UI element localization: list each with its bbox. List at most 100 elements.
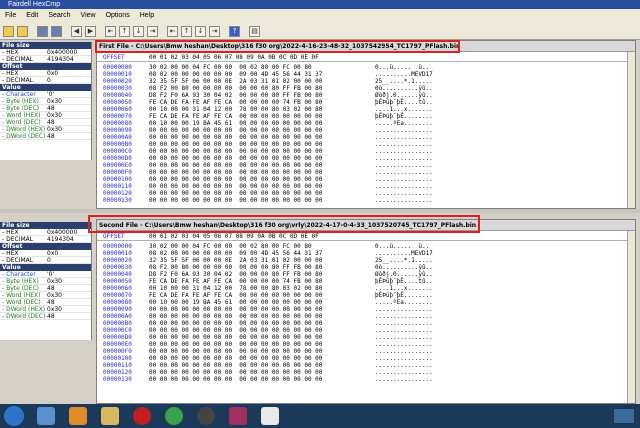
- pane-splitter[interactable]: [0, 209, 640, 213]
- value-row-value: 48: [47, 119, 55, 126]
- row-offset: 00000130: [103, 197, 132, 204]
- value-row-value: 48: [47, 133, 55, 140]
- red-app-icon[interactable]: [133, 407, 151, 425]
- hex-row: 00000130 00 00 00 00 00 00 00 00 00 00 00…: [97, 375, 635, 384]
- next-diff-icon[interactable]: ↓: [133, 25, 144, 37]
- size-dec-value: 4194304: [47, 56, 74, 63]
- value-header: Value: [0, 264, 91, 271]
- forward-icon[interactable]: ▶: [85, 25, 96, 37]
- offset-hex-value: 0x0: [47, 250, 59, 257]
- size-dec-label: - DECIMAL: [2, 236, 34, 243]
- offset-hex-label: - HEX: [2, 70, 19, 77]
- info-panel-first: File size - HEX 0x400000 - DECIMAL 4194304…: [0, 42, 92, 160]
- first-file-pane[interactable]: First File - C:\Users\Bmw heshan\Desktop…: [96, 40, 636, 209]
- value-row-label: - Word (DEC): [2, 119, 41, 126]
- file-size-header: File size: [0, 222, 91, 229]
- size-hex-value: 0x400000: [47, 229, 78, 236]
- size-dec-value: 4194304: [47, 236, 74, 243]
- clock-app-icon[interactable]: [197, 407, 215, 425]
- prev-diff-icon[interactable]: ↑: [119, 25, 130, 37]
- help-icon[interactable]: ?: [229, 25, 240, 37]
- open-folder-icon[interactable]: [17, 25, 28, 37]
- row-ascii[interactable]: ................: [375, 196, 433, 205]
- start-icon[interactable]: [4, 406, 24, 426]
- value-row-value: 48: [47, 105, 55, 112]
- hexcmp-icon[interactable]: [261, 407, 279, 425]
- hexcmp-window: Fairdell HexCmp File Edit Search View Op…: [0, 0, 640, 404]
- last-diff-icon[interactable]: ⇥: [209, 25, 220, 37]
- value-row-value: 48: [47, 285, 55, 292]
- info-icon[interactable]: ▤: [249, 25, 260, 37]
- offset-dec-value: 0: [47, 257, 51, 264]
- offset-hex-value: 0x0: [47, 70, 59, 77]
- value-header: Value: [0, 84, 91, 91]
- row-bytes[interactable]: 00 00 00 00 00 00 00 00 00 00 00 00 00 0…: [149, 375, 322, 384]
- value-row-label: - DWord (DEC): [2, 133, 46, 140]
- row-bytes[interactable]: 00 00 00 00 00 00 00 00 00 00 00 00 00 0…: [149, 196, 322, 205]
- explorer-icon[interactable]: [37, 407, 55, 425]
- menu-view[interactable]: View: [76, 9, 101, 23]
- open-folder-icon[interactable]: [3, 25, 14, 37]
- hex-header: OFFSET 00 01 02 03 04 05 06 07 08 09 0A …: [97, 53, 635, 62]
- value-row-label: - Word (HEX): [2, 112, 41, 119]
- size-hex-value: 0x400000: [47, 49, 78, 56]
- row-ascii[interactable]: ................: [375, 375, 433, 384]
- first-file-scrollbar[interactable]: [627, 52, 635, 208]
- menu-bar: File Edit Search View Options Help: [0, 9, 640, 23]
- menu-help[interactable]: Help: [135, 9, 159, 23]
- last-diff-icon[interactable]: ⇥: [147, 25, 158, 37]
- menu-edit[interactable]: Edit: [21, 9, 43, 23]
- first-diff-icon[interactable]: ⇤: [105, 25, 116, 37]
- menu-search[interactable]: Search: [43, 9, 75, 23]
- prev-diff-icon[interactable]: ↑: [181, 25, 192, 37]
- offset-hex-label: - HEX: [2, 250, 19, 257]
- second-file-scrollbar[interactable]: [627, 231, 635, 403]
- size-hex-label: - HEX: [2, 229, 19, 236]
- chrome-icon[interactable]: [165, 407, 183, 425]
- value-row-value: 0x30: [47, 292, 63, 299]
- row-offset: 00000130: [103, 376, 132, 383]
- next-diff-icon[interactable]: ↓: [195, 25, 206, 37]
- media-player-icon[interactable]: [69, 407, 87, 425]
- value-row-label: - Byte (DEC): [2, 285, 39, 292]
- value-row-label: - Byte (HEX): [2, 98, 39, 105]
- size-hex-label: - HEX: [2, 49, 19, 56]
- value-row-value: 0x30: [47, 98, 63, 105]
- back-icon[interactable]: ◀: [71, 25, 82, 37]
- hex-row: 00000130 00 00 00 00 00 00 00 00 00 00 00…: [97, 196, 635, 205]
- byte-columns-header: 00 01 02 03 04 05 06 07 08 09 0A 0B 0C 0…: [149, 54, 319, 61]
- offset-header: Offset: [0, 63, 91, 70]
- value-row-label: - Byte (DEC): [2, 105, 39, 112]
- second-file-title-highlight: [88, 215, 480, 233]
- value-row-label: - DWord (HEX): [2, 306, 46, 313]
- value-row-label: - Byte (HEX): [2, 278, 39, 285]
- value-row-value: '0': [47, 91, 55, 98]
- value-row-value: 0x30: [47, 306, 63, 313]
- save-icon[interactable]: [37, 25, 48, 37]
- toolbar: ◀ ▶ ⇤ ↑ ↓ ⇥ ⇤ ↑ ↓ ⇥ ? ▤: [0, 23, 640, 40]
- winrar-icon[interactable]: [229, 407, 247, 425]
- size-dec-label: - DECIMAL: [2, 56, 34, 63]
- system-tray[interactable]: [614, 409, 634, 423]
- taskbar: [0, 404, 640, 428]
- value-row-label: - Character: [2, 271, 36, 278]
- hex-header: OFFSET 00 01 02 03 04 05 06 07 08 09 0A …: [97, 232, 635, 241]
- window-title: Fairdell HexCmp: [0, 0, 640, 9]
- offset-header: Offset: [0, 243, 91, 250]
- first-file-title-highlight: [95, 40, 460, 53]
- menu-file[interactable]: File: [0, 9, 21, 23]
- offset-dec-label: - DECIMAL: [2, 77, 34, 84]
- value-row-label: - DWord (DEC): [2, 313, 46, 320]
- value-row-value: 0x30: [47, 126, 63, 133]
- offset-dec-label: - DECIMAL: [2, 257, 34, 264]
- first-diff-icon[interactable]: ⇤: [167, 25, 178, 37]
- file-size-header: File size: [0, 42, 91, 49]
- menu-options[interactable]: Options: [101, 9, 135, 23]
- value-row-label: - DWord (HEX): [2, 126, 46, 133]
- file-manager-icon[interactable]: [101, 407, 119, 425]
- second-file-pane[interactable]: Second File - C:\Users\Bmw heshan\Deskto…: [96, 219, 636, 404]
- info-panel-second: File size - HEX 0x400000 - DECIMAL 4194304…: [0, 222, 92, 340]
- value-row-value: 0x30: [47, 278, 63, 285]
- save-icon[interactable]: [51, 25, 62, 37]
- value-row-value: '0': [47, 271, 55, 278]
